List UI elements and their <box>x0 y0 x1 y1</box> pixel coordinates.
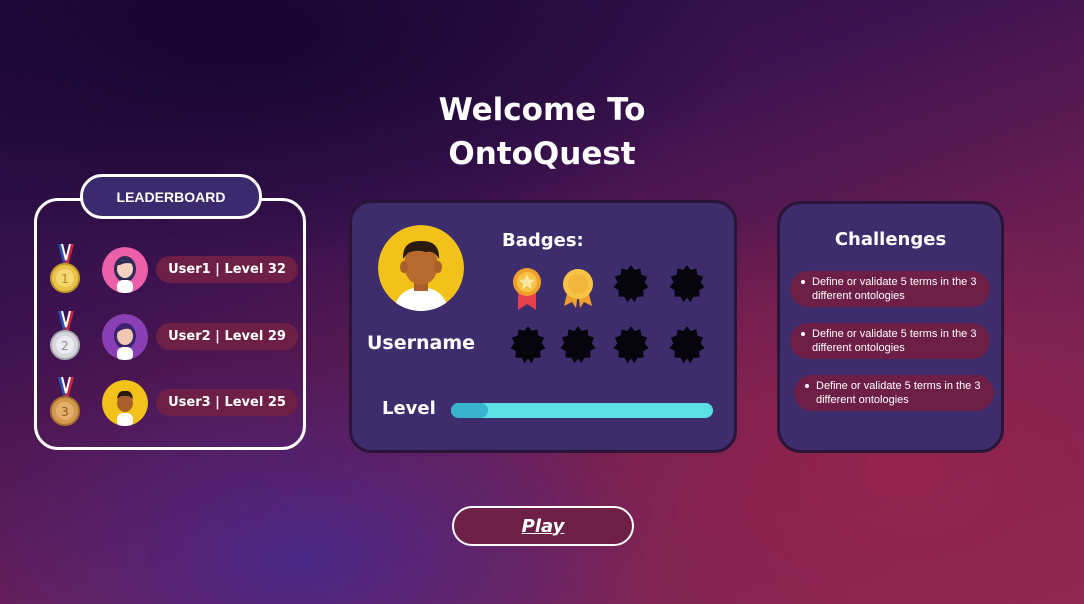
leaderboard-tab-label: LEADERBOARD <box>116 188 226 205</box>
silver-medal-icon: 2 <box>50 310 80 360</box>
leaderboard-row: 3 User3 | Level 25 <box>48 375 303 435</box>
challenge-item[interactable]: Define or validate 5 terms in the 3 diff… <box>794 375 994 411</box>
username-label: Username <box>366 332 476 354</box>
gold-medal-icon: 1 <box>50 243 80 293</box>
level-progress-bar <box>451 403 713 418</box>
locked-badge-icon <box>510 326 546 364</box>
leaderboard-tab[interactable]: LEADERBOARD <box>80 174 262 219</box>
svg-text:2: 2 <box>61 339 69 353</box>
level-progress-fill <box>451 403 488 418</box>
svg-text:1: 1 <box>61 272 69 286</box>
user-avatar <box>378 225 464 311</box>
challenge-item[interactable]: Define or validate 5 terms in the 3 diff… <box>790 271 990 307</box>
star-ribbon-badge-icon <box>513 268 541 310</box>
title-line-1: Welcome To <box>438 92 646 128</box>
leaderboard-entry-label: User1 | Level 32 <box>156 256 298 283</box>
locked-badge-icon <box>669 326 705 364</box>
leaderboard-row: 1 User1 | Level 32 <box>48 242 303 302</box>
svg-text:3: 3 <box>61 405 69 419</box>
play-button[interactable]: Play <box>452 506 634 546</box>
badges-title: Badges: <box>502 230 584 251</box>
locked-badge-icon <box>613 326 649 364</box>
bronze-medal-icon: 3 <box>50 376 80 426</box>
locked-badge-icon <box>613 265 649 303</box>
leaderboard-row: 2 User2 | Level 29 <box>48 309 303 369</box>
title-line-2: OntoQuest <box>448 136 636 172</box>
avatar <box>102 380 148 426</box>
leaderboard-entry-label: User2 | Level 29 <box>156 323 298 350</box>
avatar <box>102 314 148 360</box>
level-label: Level <box>382 398 436 419</box>
challenge-item[interactable]: Define or validate 5 terms in the 3 diff… <box>790 323 990 359</box>
leaderboard-entry-label: User3 | Level 25 <box>156 389 298 416</box>
page-title: Welcome To OntoQuest <box>342 88 742 176</box>
locked-badge-icon <box>560 326 596 364</box>
locked-badge-icon <box>669 265 705 303</box>
challenges-title: Challenges <box>834 229 947 250</box>
gold-rosette-badge-icon <box>563 269 593 308</box>
avatar <box>102 247 148 293</box>
